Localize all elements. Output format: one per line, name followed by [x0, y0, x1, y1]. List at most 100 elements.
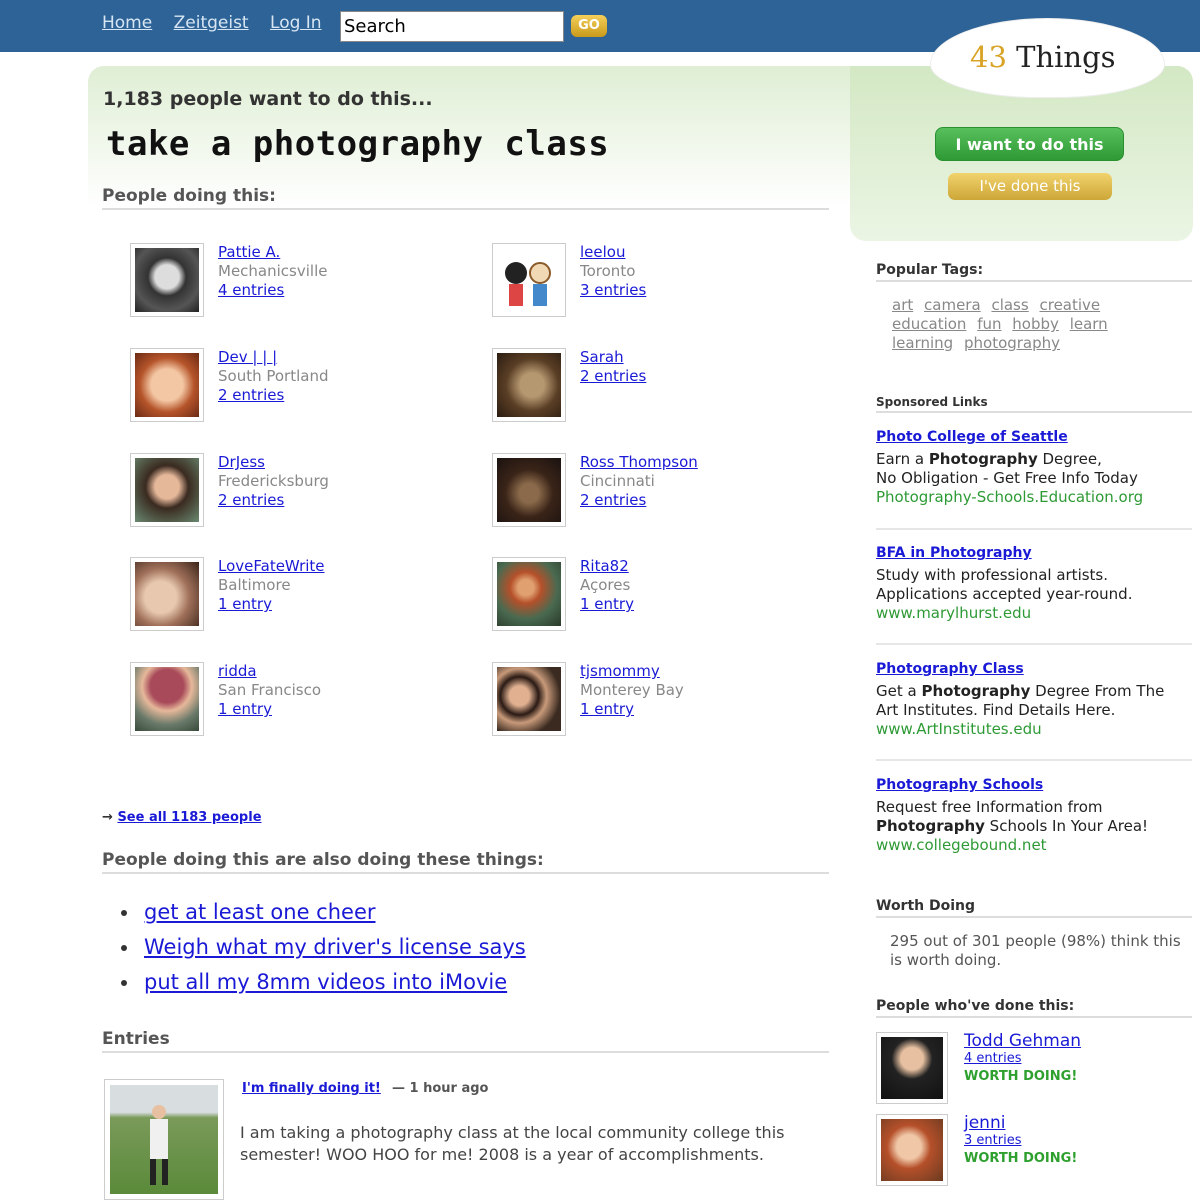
doer-entries-link[interactable]: 3 entries — [964, 1132, 1077, 1150]
person-city: Baltimore — [218, 576, 291, 594]
list-item: get at least one cheer — [140, 900, 526, 924]
person-entries-link[interactable]: 4 entries — [218, 281, 327, 300]
avatar[interactable] — [130, 557, 204, 631]
ad-text: Art Institutes. Find Details Here. — [876, 701, 1116, 719]
person-city: Açores — [580, 576, 631, 594]
person-entries-link[interactable]: 1 entry — [580, 700, 684, 719]
doer-name-link[interactable]: Todd Gehman — [964, 1031, 1081, 1051]
person-entries-link[interactable]: 2 entries — [218, 386, 329, 405]
also-doing-link[interactable]: Weigh what my driver's license says — [144, 935, 526, 959]
person-card: Ross Thompson Cincinnati 2 entries — [492, 453, 832, 533]
nav-home-link[interactable]: Home — [102, 13, 152, 33]
doer-entries-link[interactable]: 4 entries — [964, 1050, 1081, 1068]
person-name-link[interactable]: Rita82 — [580, 557, 634, 576]
person-entries-link[interactable]: 2 entries — [580, 367, 646, 386]
done-this-button[interactable]: I've done this — [948, 173, 1112, 200]
ad-text: Earn a — [876, 450, 929, 468]
entries-heading: Entries — [102, 1029, 829, 1053]
divider — [876, 759, 1192, 761]
person-entries-link[interactable]: 1 entry — [218, 595, 325, 614]
avatar[interactable] — [492, 453, 566, 527]
site-logo[interactable]: 43 Things — [970, 40, 1116, 74]
ad-text: Applications accepted year-round. — [876, 585, 1133, 603]
tag-link[interactable]: photography — [964, 334, 1060, 352]
nav-zeitgeist-link[interactable]: Zeitgeist — [174, 13, 249, 33]
divider — [876, 528, 1192, 530]
avatar[interactable] — [492, 557, 566, 631]
want-to-do-button[interactable]: I want to do this — [935, 127, 1124, 161]
tag-link[interactable]: art — [892, 296, 913, 314]
ad-title-link[interactable]: Photo College of Seattle — [876, 428, 1196, 447]
person-name-link[interactable]: Ross Thompson — [580, 453, 698, 472]
person-name-link[interactable]: LoveFateWrite — [218, 557, 325, 576]
search-input[interactable] — [340, 11, 564, 42]
avatar[interactable] — [492, 348, 566, 422]
person-name-link[interactable]: tjsmommy — [580, 662, 684, 681]
doer-card: Todd Gehman 4 entries WORTH DOING! — [876, 1032, 1192, 1106]
divider — [876, 643, 1192, 645]
avatar[interactable] — [130, 453, 204, 527]
tag-link[interactable]: creative — [1039, 296, 1100, 314]
ad-url[interactable]: Photography-Schools.Education.org — [876, 488, 1196, 507]
person-card: Pattie A. Mechanicsville 4 entries — [130, 243, 470, 323]
tag-link[interactable]: camera — [924, 296, 981, 314]
ad-url[interactable]: www.marylhurst.edu — [876, 604, 1196, 623]
person-entries-link[interactable]: 2 entries — [580, 491, 698, 510]
avatar[interactable] — [492, 662, 566, 736]
nav-login-link[interactable]: Log In — [270, 13, 322, 33]
tag-link[interactable]: hobby — [1012, 315, 1059, 333]
entry-title-text[interactable]: I'm finally doing it! — [242, 1081, 381, 1096]
avatar[interactable] — [492, 243, 566, 317]
person-name-link[interactable]: leelou — [580, 243, 646, 262]
arrow-right-icon: → — [102, 810, 113, 825]
doer-name-link[interactable]: jenni — [964, 1113, 1005, 1133]
popular-tags-heading: Popular Tags: — [876, 262, 1192, 282]
ad-title-link[interactable]: Photography Class — [876, 660, 1196, 679]
search-go-button[interactable]: GO — [571, 15, 607, 37]
ad-text: No Obligation - Get Free Info Today — [876, 469, 1138, 487]
avatar[interactable] — [876, 1114, 948, 1186]
ad-title-link[interactable]: BFA in Photography — [876, 544, 1196, 563]
doer-card: jenni 3 entries WORTH DOING! — [876, 1114, 1192, 1188]
person-city: Mechanicsville — [218, 262, 328, 280]
person-city: San Francisco — [218, 681, 322, 699]
worth-doing-badge: WORTH DOING! — [964, 1151, 1078, 1166]
person-entries-link[interactable]: 1 entry — [218, 700, 321, 719]
also-doing-link[interactable]: put all my 8mm videos into iMovie — [144, 970, 507, 994]
ad-url[interactable]: www.collegebound.net — [876, 836, 1196, 855]
person-name-link[interactable]: DrJess — [218, 453, 329, 472]
tag-link[interactable]: fun — [977, 315, 1001, 333]
tag-link[interactable]: learning — [892, 334, 953, 352]
also-doing-link[interactable]: get at least one cheer — [144, 900, 376, 924]
also-doing-list: get at least one cheer Weigh what my dri… — [140, 900, 526, 1005]
person-name-link[interactable]: Sarah — [580, 348, 646, 367]
person-name-link[interactable]: ridda — [218, 662, 321, 681]
tag-link[interactable]: class — [991, 296, 1028, 314]
ad-text: Degree From The — [1030, 682, 1165, 700]
person-card: ridda San Francisco 1 entry — [130, 662, 470, 742]
person-city: Cincinnati — [580, 472, 655, 490]
person-card: tjsmommy Monterey Bay 1 entry — [492, 662, 832, 742]
avatar[interactable] — [130, 243, 204, 317]
person-city: Monterey Bay — [580, 681, 684, 699]
person-name-link[interactable]: Dev | | | — [218, 348, 329, 367]
entry-title-link[interactable]: I'm finally doing it! — [242, 1081, 381, 1096]
avatar[interactable] — [876, 1032, 948, 1104]
person-card: leelou Toronto 3 entries — [492, 243, 832, 323]
sponsored-ad: Photography Class Get a Photography Degr… — [876, 660, 1196, 739]
avatar[interactable] — [130, 348, 204, 422]
avatar[interactable] — [130, 662, 204, 736]
tag-link[interactable]: learn — [1070, 315, 1108, 333]
sponsored-ad: Photo College of Seattle Earn a Photogra… — [876, 428, 1196, 507]
person-entries-link[interactable]: 1 entry — [580, 595, 634, 614]
person-name-link[interactable]: Pattie A. — [218, 243, 327, 262]
ad-title-link[interactable]: Photography Schools — [876, 776, 1196, 795]
list-item: put all my 8mm videos into iMovie — [140, 970, 526, 994]
person-entries-link[interactable]: 2 entries — [218, 491, 329, 510]
see-all-people-link[interactable]: See all 1183 people — [117, 810, 261, 825]
logo-number: 43 — [970, 40, 1007, 74]
tag-link[interactable]: education — [892, 315, 966, 333]
person-entries-link[interactable]: 3 entries — [580, 281, 646, 300]
ad-url[interactable]: www.ArtInstitutes.edu — [876, 720, 1196, 739]
entry-photo[interactable] — [104, 1079, 224, 1200]
